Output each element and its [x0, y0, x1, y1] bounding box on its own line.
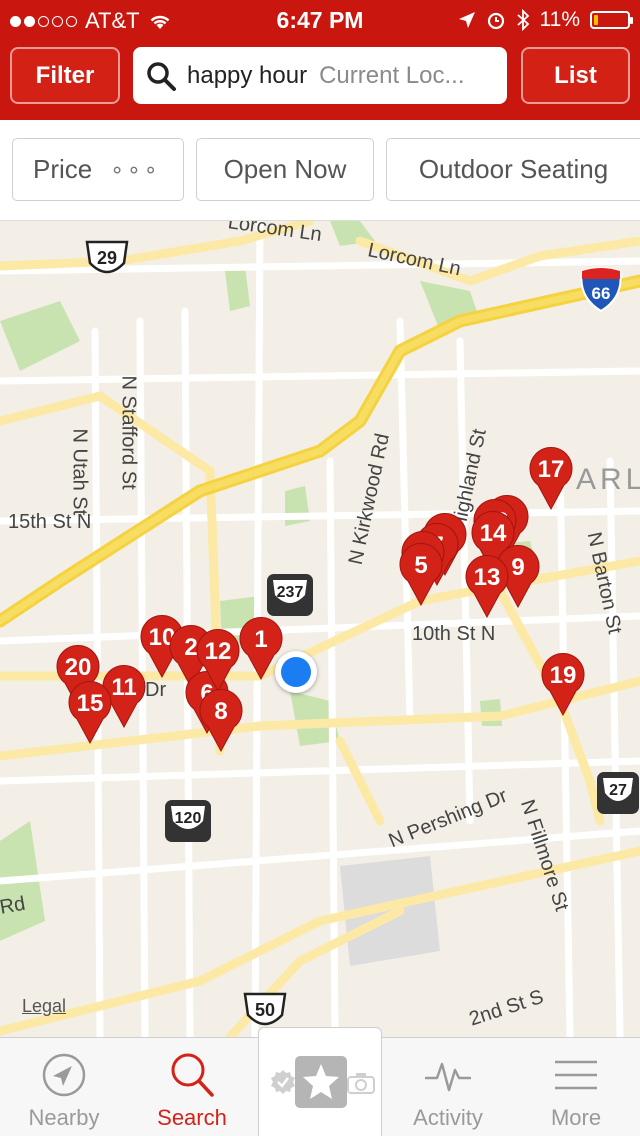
filter-chips-bar: Price ∘∘∘ Open Now Outdoor Seating	[0, 120, 640, 221]
menu-icon	[555, 1060, 597, 1090]
tab-more[interactable]: More	[512, 1038, 640, 1136]
map-pin[interactable]: 17	[526, 447, 576, 511]
street-label-n-utah: N Utah St	[68, 428, 91, 516]
battery-icon	[590, 11, 633, 29]
map-pin-number: 5	[414, 552, 428, 579]
tab-more-label: More	[550, 1105, 602, 1130]
i-66-number: 66	[592, 284, 611, 303]
current-location-dot	[275, 651, 317, 693]
alarm-icon	[487, 12, 504, 30]
compass-icon	[42, 1053, 86, 1097]
price-filter-label: Price	[33, 154, 93, 184]
filter-button[interactable]: Filter	[10, 47, 120, 104]
route-237-shield: 237	[267, 574, 313, 616]
us-50-number: 50	[255, 1000, 275, 1020]
route-120-number: 120	[175, 810, 202, 827]
us-29-number: 29	[97, 248, 117, 268]
open-now-filter-chip[interactable]: Open Now	[196, 138, 374, 201]
search-field[interactable]: happy hour Current Loc...	[133, 47, 507, 104]
battery-percent: 11%	[539, 8, 580, 31]
tab-nearby-label: Nearby	[28, 1105, 100, 1130]
tab-search-label: Search	[157, 1105, 227, 1130]
star-review-icon	[295, 1056, 347, 1108]
search-icon	[171, 1053, 214, 1097]
tab-bar: Nearby Search Activity More	[0, 1027, 640, 1136]
map-pin-number: 17	[537, 456, 565, 483]
us-route-29-shield: 29	[85, 240, 129, 274]
map-pin-number: 1	[254, 626, 268, 653]
map-base	[0, 221, 640, 1037]
location-arrow-icon	[458, 12, 475, 28]
status-right: 11%	[458, 8, 633, 32]
interstate-66-shield: 66	[580, 267, 622, 313]
street-label-15th: 15th St N	[8, 511, 92, 533]
search-term[interactable]: happy hour	[187, 62, 307, 90]
battery-level	[594, 15, 598, 25]
tab-search[interactable]: Search	[128, 1038, 256, 1136]
list-button[interactable]: List	[521, 47, 630, 104]
map-view[interactable]: Lorcom Ln Lorcom Ln N Stafford St N Utah…	[0, 221, 640, 1037]
activity-pulse-icon	[425, 1062, 471, 1092]
tab-activity[interactable]: Activity	[384, 1038, 512, 1136]
tab-check-in-review-photo[interactable]	[258, 1027, 382, 1136]
route-237-number: 237	[277, 584, 304, 601]
route-27-number: 27	[609, 782, 627, 799]
street-label-10th: 10th St N	[412, 623, 496, 645]
route-27-shield: 27	[597, 772, 639, 814]
us-route-50-shield: 50	[243, 992, 287, 1026]
map-pin[interactable]: 5	[396, 543, 446, 607]
more-dots-icon: ∘∘∘	[110, 156, 161, 182]
tab-nearby[interactable]: Nearby	[0, 1038, 128, 1136]
map-pin[interactable]: 8	[196, 689, 246, 753]
map-pin-number: 8	[214, 698, 228, 725]
camera-icon	[347, 1073, 375, 1094]
outdoor-seating-filter-chip[interactable]: Outdoor Seating	[386, 138, 640, 201]
street-label-rd: Rd	[0, 892, 28, 919]
location-input[interactable]: Current Loc...	[319, 62, 489, 90]
legal-link[interactable]: Legal	[22, 996, 66, 1017]
place-label-arl: ARL	[576, 463, 640, 496]
price-filter-chip[interactable]: Price ∘∘∘	[12, 138, 184, 201]
tab-activity-label: Activity	[413, 1105, 483, 1130]
map-pin-number: 15	[76, 690, 104, 717]
badge-check-icon	[271, 1070, 295, 1094]
bluetooth-icon	[516, 9, 529, 31]
map-pin-number: 20	[64, 654, 92, 681]
app-header: AT&T 6:47 PM 11% Filter happy hour Curre…	[0, 0, 640, 120]
map-pin[interactable]: 19	[538, 653, 588, 717]
map-pin-number: 13	[473, 564, 501, 591]
map-pin-number: 14	[479, 520, 507, 547]
map-pin[interactable]: 13	[462, 555, 512, 619]
search-icon	[147, 61, 176, 91]
map-pin[interactable]: 15	[65, 681, 115, 745]
map-pin-number: 19	[549, 662, 577, 689]
route-120-shield: 120	[165, 800, 211, 842]
status-bar: AT&T 6:47 PM 11%	[0, 0, 640, 40]
street-label-n-stafford: N Stafford St	[117, 375, 140, 490]
